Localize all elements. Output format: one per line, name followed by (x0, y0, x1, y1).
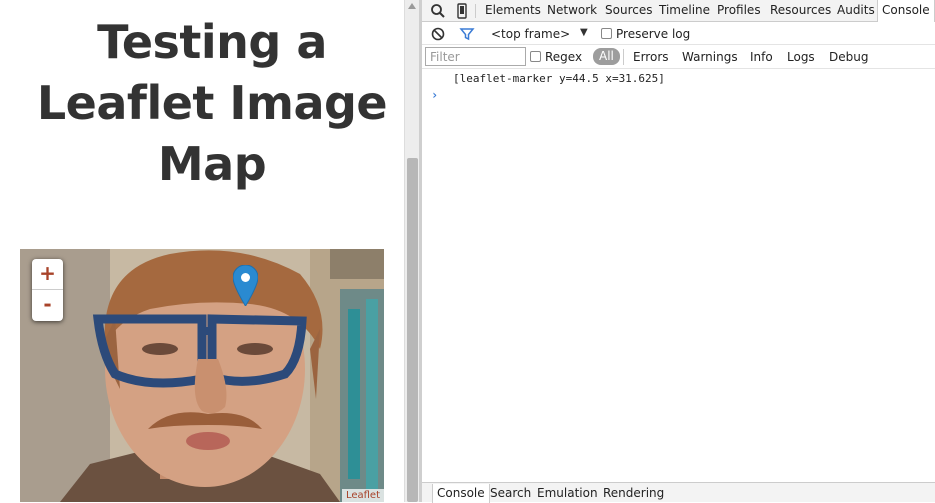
drawer-tab-search[interactable]: Search (490, 484, 531, 503)
frame-select[interactable]: <top frame> (491, 27, 570, 41)
map-image-layer[interactable] (20, 249, 384, 502)
tab-timeline[interactable]: Timeline (659, 0, 710, 22)
tab-resources[interactable]: Resources (770, 0, 831, 22)
level-debug-button[interactable]: Debug (829, 50, 868, 64)
regex-checkbox[interactable] (530, 51, 541, 62)
frame-dropdown-icon[interactable]: ▼ (580, 27, 588, 38)
search-icon[interactable] (430, 3, 446, 19)
filter-icon[interactable] (459, 26, 475, 42)
preserve-log-checkbox[interactable] (601, 28, 612, 39)
drawer-tab-console[interactable]: Console (432, 484, 490, 503)
clear-console-icon[interactable] (430, 26, 446, 42)
attribution-link[interactable]: Leaflet (346, 490, 380, 501)
drawer-tab-emulation[interactable]: Emulation (537, 484, 598, 503)
page-title: Testing a Leaflet Image Map (20, 12, 404, 195)
title-line-2: Leaflet Image (36, 76, 388, 130)
tab-audits[interactable]: Audits (837, 0, 875, 22)
drawer-tab-bar: Console Search Emulation Rendering (422, 482, 935, 503)
level-warnings-button[interactable]: Warnings (682, 50, 738, 64)
page-viewport: Testing a Leaflet Image Map + - Leaflet (0, 0, 404, 502)
zoom-in-button[interactable]: + (32, 259, 63, 290)
console-filter-bar: Regex All Errors Warnings Info Logs Debu… (422, 45, 935, 69)
map-marker-icon[interactable] (233, 265, 258, 306)
tab-network[interactable]: Network (547, 0, 597, 22)
tab-profiles[interactable]: Profiles (717, 0, 761, 22)
tab-elements[interactable]: Elements (485, 0, 541, 22)
title-line-1: Testing a (97, 15, 327, 69)
filter-separator (623, 49, 624, 65)
console-prompt-icon[interactable]: › (431, 88, 438, 102)
map-attribution: Leaflet (341, 489, 384, 502)
page-scrollbar[interactable] (404, 0, 419, 502)
preserve-log-option[interactable]: Preserve log (601, 27, 690, 41)
title-line-3: Map (157, 137, 267, 191)
device-mode-icon[interactable] (454, 3, 470, 19)
console-output[interactable]: [leaflet-marker y=44.5 x=31.625] › (422, 70, 935, 482)
scroll-up-icon[interactable] (408, 3, 416, 9)
drawer-tab-rendering[interactable]: Rendering (603, 484, 664, 503)
devtools-tab-bar: Elements Network Sources Timeline Profil… (422, 0, 935, 22)
level-info-button[interactable]: Info (750, 50, 773, 64)
level-errors-button[interactable]: Errors (633, 50, 669, 64)
console-toolbar: <top frame> ▼ Preserve log (422, 23, 935, 45)
tab-sources[interactable]: Sources (605, 0, 652, 22)
scrollbar-thumb[interactable] (407, 158, 418, 502)
leaflet-map[interactable]: + - Leaflet (20, 249, 384, 502)
console-log-message[interactable]: [leaflet-marker y=44.5 x=31.625] (453, 72, 665, 85)
level-all-button[interactable]: All (593, 48, 620, 65)
tab-console[interactable]: Console (877, 0, 935, 22)
regex-label: Regex (545, 50, 583, 64)
preserve-log-label: Preserve log (616, 27, 691, 41)
devtools-panel: Elements Network Sources Timeline Profil… (422, 0, 935, 503)
level-logs-button[interactable]: Logs (787, 50, 815, 64)
zoom-control: + - (32, 259, 63, 321)
zoom-out-button[interactable]: - (32, 290, 63, 321)
regex-option[interactable]: Regex (530, 50, 582, 64)
toolbar-divider (475, 4, 476, 18)
filter-input[interactable] (425, 47, 526, 66)
